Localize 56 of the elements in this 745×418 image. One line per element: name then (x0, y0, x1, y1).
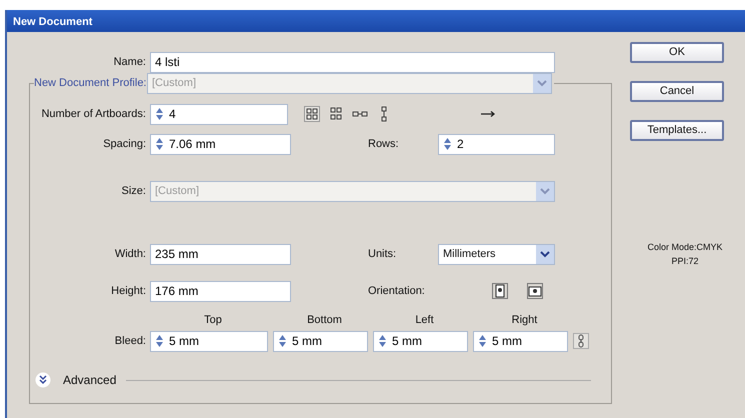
rows-field[interactable]: 2 (438, 134, 555, 154)
grid-layout-icon[interactable] (304, 106, 320, 122)
bleed-field[interactable]: 5 mm (373, 330, 468, 352)
column-layout-icon[interactable] (328, 106, 344, 122)
artboards-field[interactable]: 4 (150, 104, 288, 124)
bleed-field[interactable]: 5 mm (273, 330, 368, 352)
advanced-label: Advanced (63, 372, 116, 389)
field-label: Width: (114, 246, 147, 262)
bleed-field[interactable]: 5 mm (473, 330, 568, 352)
text-input[interactable]: 5 mm (169, 332, 263, 350)
window-title: New Document (7, 10, 745, 32)
text-input[interactable]: 5 mm (492, 332, 563, 350)
bleed-field[interactable]: 5 mm (150, 330, 268, 352)
spacing-field[interactable]: 7.06 mm (150, 134, 291, 154)
text-input[interactable]: 2 (457, 135, 550, 153)
expand-icon[interactable] (35, 372, 51, 388)
column-heading: Top (203, 312, 223, 328)
spinner-icon[interactable] (478, 334, 487, 348)
column-heading: Left (414, 312, 435, 328)
spinner-icon[interactable] (378, 334, 387, 348)
info-text: PPI:72 (670, 254, 700, 268)
text-input[interactable]: 5 mm (292, 332, 363, 350)
spinner-icon[interactable] (155, 107, 164, 121)
spinner-icon[interactable] (278, 334, 287, 348)
height-field[interactable]: 176 mm (150, 280, 291, 302)
dialog-button[interactable]: Templates... (630, 120, 724, 141)
spinner-icon[interactable] (443, 137, 452, 151)
spinner-icon[interactable] (155, 137, 164, 151)
name-field[interactable]: 4 lsti (150, 52, 555, 72)
portrait-icon[interactable] (492, 283, 508, 299)
chain-icon[interactable] (573, 333, 589, 349)
text-input[interactable]: 7.06 mm (169, 135, 286, 153)
column-heading: Bottom (306, 312, 343, 328)
text-input[interactable]: 235 mm (155, 245, 286, 263)
text-input[interactable]: 4 lsti (155, 53, 550, 71)
column-heading: Right (510, 312, 538, 328)
field-label: Name: (112, 54, 147, 70)
field-label: Number of Artboards: (40, 106, 147, 122)
field-label: Spacing: (102, 136, 147, 152)
profile-label: New Document Profile: (34, 78, 147, 89)
field-label: Rows: (368, 136, 400, 152)
field-label: Height: (110, 284, 147, 299)
spinner-icon[interactable] (155, 334, 164, 348)
text-input[interactable]: 5 mm (392, 332, 463, 350)
landscape-icon[interactable] (527, 283, 543, 299)
field-label: Orientation: (368, 284, 426, 299)
field-label: Units: (368, 246, 398, 262)
text-input[interactable]: 4 (169, 105, 283, 123)
field-label: Bleed: (114, 334, 147, 349)
field-label: Size: (120, 184, 147, 199)
width-field[interactable]: 235 mm (150, 244, 291, 264)
info-text: Color Mode:CMYK (646, 241, 724, 254)
text-input[interactable]: 176 mm (155, 282, 286, 300)
units-dropdown[interactable]: Millimeters (438, 244, 555, 264)
dialog-button[interactable]: Cancel (630, 81, 724, 102)
dialog-button[interactable]: OK (630, 42, 724, 63)
